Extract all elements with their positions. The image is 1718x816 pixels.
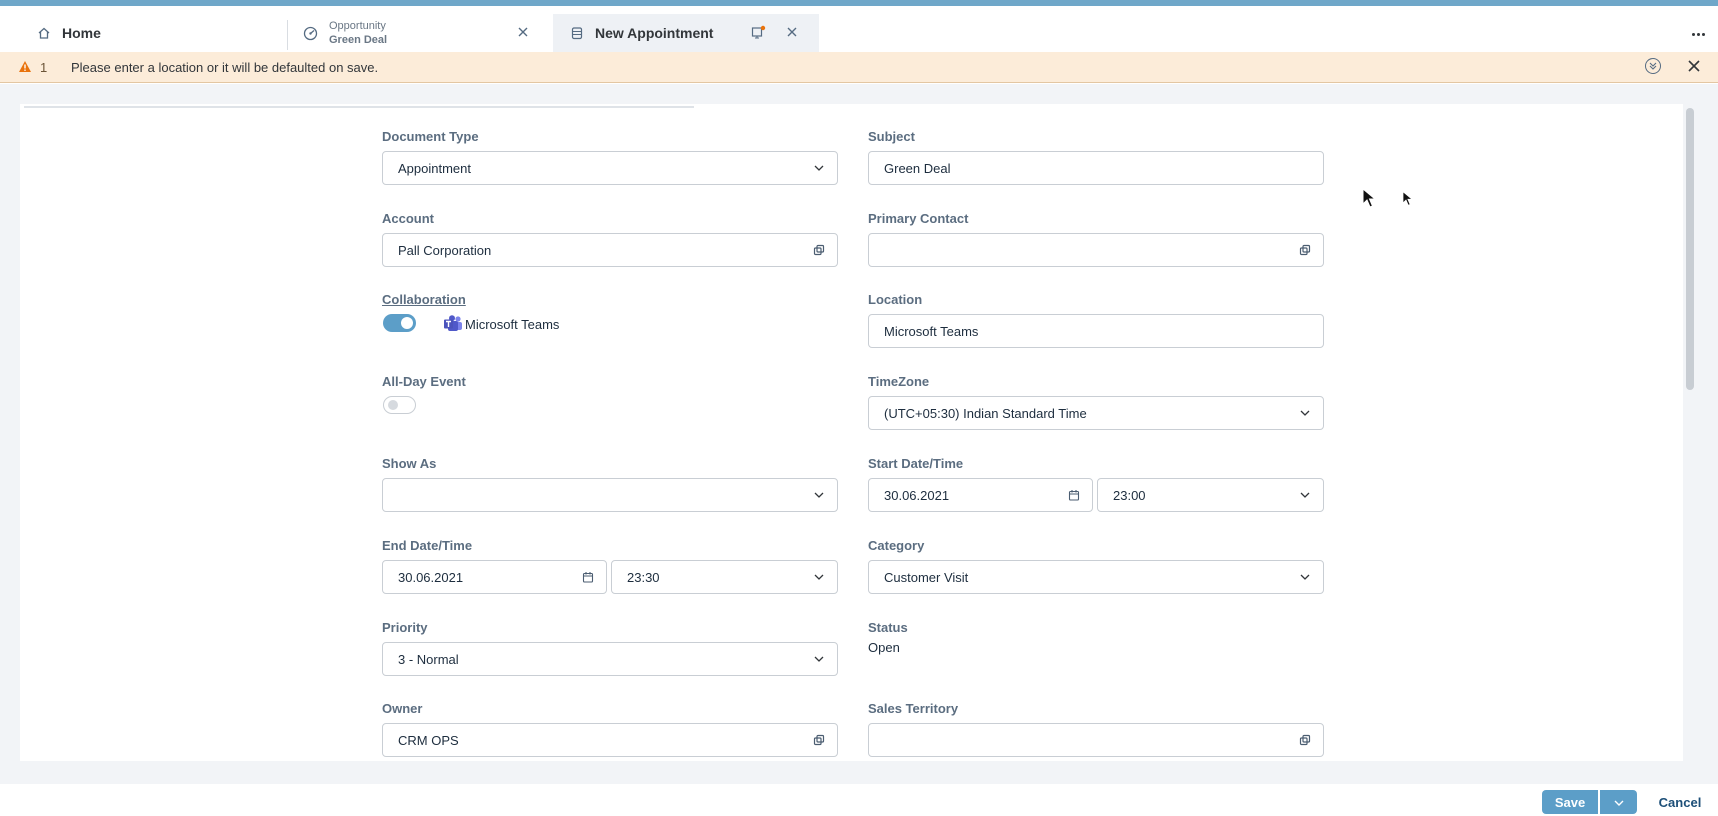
tab-new-appointment[interactable]: New Appointment	[553, 14, 819, 52]
calendar-icon[interactable]	[1056, 479, 1092, 511]
start-date-value: 30.06.2021	[884, 487, 950, 503]
timezone-value: (UTC+05:30) Indian Standard Time	[884, 405, 1087, 421]
location-input[interactable]: Microsoft Teams	[868, 314, 1324, 348]
start-date-input[interactable]: 30.06.2021	[868, 478, 1093, 512]
warning-count: 1	[40, 60, 48, 75]
chevron-down-icon	[1287, 561, 1323, 593]
collapse-icon[interactable]	[1645, 58, 1661, 74]
warning-icon	[18, 60, 32, 78]
start-time-select[interactable]: 23:00	[1097, 478, 1324, 512]
close-icon[interactable]	[785, 25, 799, 44]
save-options-button[interactable]	[1600, 790, 1637, 814]
chevron-down-icon	[1287, 397, 1323, 429]
microsoft-teams-label: Microsoft Teams	[465, 316, 560, 332]
sales-territory-input[interactable]	[868, 723, 1324, 757]
value-help-icon[interactable]	[801, 724, 837, 756]
timezone-label: TimeZone	[868, 374, 930, 389]
end-datetime-label: End Date/Time	[382, 538, 473, 553]
account-input[interactable]: Pall Corporation	[382, 233, 838, 267]
progress-indicator	[24, 106, 694, 108]
subject-input[interactable]: Green Deal	[868, 151, 1324, 185]
warning-message-strip: 1 Please enter a location or it will be …	[0, 52, 1718, 83]
timezone-select[interactable]: (UTC+05:30) Indian Standard Time	[868, 396, 1324, 430]
priority-select[interactable]: 3 - Normal	[382, 642, 838, 676]
document-type-select[interactable]: Appointment	[382, 151, 838, 185]
priority-label: Priority	[382, 620, 428, 635]
tab-bar: Home Opportunity Green Deal New Appointm…	[0, 6, 1718, 52]
end-date-value: 30.06.2021	[398, 569, 464, 585]
category-label: Category	[868, 538, 925, 553]
start-time-value: 23:00	[1113, 487, 1146, 503]
collaboration-label[interactable]: Collaboration	[382, 292, 466, 307]
end-time-value: 23:30	[627, 569, 660, 585]
subject-label: Subject	[868, 129, 915, 144]
primary-contact-input[interactable]	[868, 233, 1324, 267]
status-value: Open	[868, 640, 900, 655]
start-datetime-label: Start Date/Time	[868, 456, 964, 471]
owner-input[interactable]: CRM OPS	[382, 723, 838, 757]
location-value: Microsoft Teams	[884, 323, 979, 339]
chevron-down-icon	[1287, 479, 1323, 511]
content-area	[0, 84, 1718, 784]
all-day-event-label: All-Day Event	[382, 374, 466, 389]
warning-message-text: Please enter a location or it will be de…	[71, 60, 379, 75]
owner-value: CRM OPS	[398, 732, 459, 748]
more-options-icon[interactable]	[1686, 26, 1710, 42]
account-value: Pall Corporation	[398, 242, 492, 258]
appointment-icon	[569, 25, 585, 41]
tab-home[interactable]: Home	[36, 14, 286, 52]
end-time-select[interactable]: 23:30	[611, 560, 838, 594]
tab-home-label: Home	[62, 25, 101, 41]
form-panel	[20, 104, 1683, 761]
location-label: Location	[868, 292, 923, 307]
home-icon	[36, 25, 52, 41]
chevron-down-icon	[801, 479, 837, 511]
category-value: Customer Visit	[884, 569, 969, 585]
microsoft-teams-icon	[443, 315, 463, 333]
scrollbar-thumb[interactable]	[1686, 108, 1694, 390]
cancel-button[interactable]: Cancel	[1650, 790, 1710, 814]
opportunity-icon	[302, 25, 318, 41]
status-label: Status	[868, 620, 908, 635]
subject-value: Green Deal	[884, 160, 951, 176]
close-icon[interactable]	[516, 25, 530, 44]
document-type-label: Document Type	[382, 129, 479, 144]
priority-value: 3 - Normal	[398, 651, 459, 667]
chevron-down-icon	[801, 643, 837, 675]
primary-contact-label: Primary Contact	[868, 211, 969, 226]
account-label: Account	[382, 211, 434, 226]
all-day-event-toggle[interactable]	[383, 396, 416, 414]
chevron-down-icon	[801, 561, 837, 593]
mouse-cursor-icon	[1362, 187, 1377, 213]
tab-opportunity[interactable]: Opportunity Green Deal	[302, 14, 552, 52]
value-help-icon[interactable]	[801, 234, 837, 266]
category-select[interactable]: Customer Visit	[868, 560, 1324, 594]
document-type-value: Appointment	[398, 160, 471, 176]
show-as-label: Show As	[382, 456, 437, 471]
value-help-icon[interactable]	[1287, 724, 1323, 756]
footer-toolbar	[0, 784, 1718, 816]
value-help-icon[interactable]	[1287, 234, 1323, 266]
popout-icon[interactable]	[751, 25, 766, 44]
mouse-cursor-icon	[1402, 190, 1414, 211]
end-date-input[interactable]: 30.06.2021	[382, 560, 607, 594]
collaboration-toggle[interactable]	[383, 314, 416, 332]
chevron-down-icon	[1614, 793, 1624, 811]
tab-opportunity-type: Opportunity	[329, 20, 386, 32]
collaboration-provider: Microsoft Teams	[443, 315, 559, 333]
owner-label: Owner	[382, 701, 423, 716]
tab-divider	[287, 20, 288, 50]
show-as-select[interactable]	[382, 478, 838, 512]
chevron-down-icon	[801, 152, 837, 184]
tab-opportunity-name: Green Deal	[329, 34, 388, 46]
close-icon[interactable]	[1686, 58, 1702, 79]
sales-territory-label: Sales Territory	[868, 701, 959, 716]
save-button[interactable]: Save	[1542, 790, 1598, 814]
tab-new-appointment-label: New Appointment	[595, 25, 714, 41]
calendar-icon[interactable]	[570, 561, 606, 593]
